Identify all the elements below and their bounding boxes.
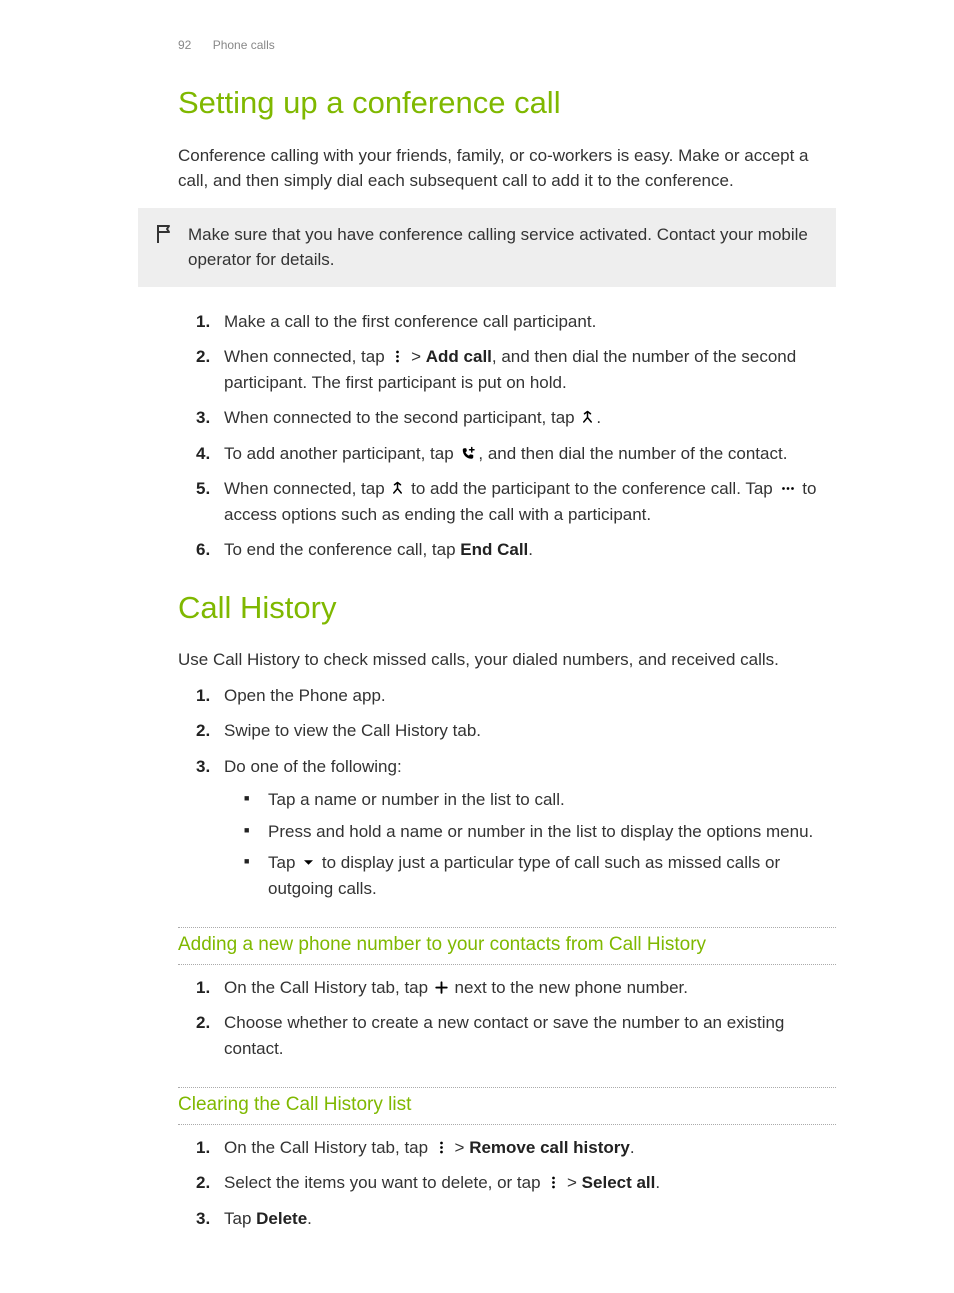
caret-down-icon bbox=[301, 855, 316, 870]
cstep-3: Tap Delete. bbox=[178, 1206, 836, 1232]
more-vertical-icon bbox=[546, 1175, 561, 1190]
subheading-add-contact: Adding a new phone number to your contac… bbox=[178, 927, 836, 965]
step-6: To end the conference call, tap End Call… bbox=[178, 537, 836, 563]
add-call-icon bbox=[459, 446, 477, 461]
step-4: To add another participant, tap , and th… bbox=[178, 441, 836, 467]
page-number: 92 bbox=[178, 38, 191, 52]
astep-1: On the Call History tab, tap next to the… bbox=[178, 975, 836, 1001]
hstep-3: Do one of the following: Tap a name or n… bbox=[178, 754, 836, 902]
subheading-clear-history: Clearing the Call History list bbox=[178, 1087, 836, 1125]
add-call-label: Add call bbox=[426, 347, 492, 366]
content: Setting up a conference call Conference … bbox=[178, 36, 836, 1231]
bullet-options: Press and hold a name or number in the l… bbox=[262, 819, 836, 845]
conference-steps: Make a call to the first conference call… bbox=[178, 309, 836, 563]
astep-2: Choose whether to create a new contact o… bbox=[178, 1010, 836, 1061]
end-call-label: End Call bbox=[460, 540, 528, 559]
remove-history-label: Remove call history bbox=[469, 1138, 630, 1157]
more-vertical-icon bbox=[434, 1140, 449, 1155]
heading-conference: Setting up a conference call bbox=[178, 80, 836, 127]
add-contact-steps: On the Call History tab, tap next to the… bbox=[178, 975, 836, 1062]
note-text: Make sure that you have conference calli… bbox=[188, 222, 818, 273]
intro-call-history: Use Call History to check missed calls, … bbox=[178, 647, 836, 673]
flag-icon bbox=[154, 223, 176, 245]
cstep-1: On the Call History tab, tap > Remove ca… bbox=[178, 1135, 836, 1161]
hstep-3-options: Tap a name or number in the list to call… bbox=[224, 787, 836, 901]
section-name: Phone calls bbox=[213, 38, 275, 52]
bullet-call: Tap a name or number in the list to call… bbox=[262, 787, 836, 813]
step-5: When connected, tap to add the participa… bbox=[178, 476, 836, 527]
step-1: Make a call to the first conference call… bbox=[178, 309, 836, 335]
merge-calls-icon bbox=[580, 410, 595, 425]
step-2: When connected, tap > Add call, and then… bbox=[178, 344, 836, 395]
delete-label: Delete bbox=[256, 1209, 307, 1228]
step-3: When connected to the second participant… bbox=[178, 405, 836, 431]
heading-call-history: Call History bbox=[178, 585, 836, 632]
history-steps: Open the Phone app. Swipe to view the Ca… bbox=[178, 683, 836, 902]
note-box: Make sure that you have conference calli… bbox=[138, 208, 836, 287]
clear-history-steps: On the Call History tab, tap > Remove ca… bbox=[178, 1135, 836, 1232]
more-horizontal-icon bbox=[779, 481, 797, 496]
page: 92 Phone calls Setting up a conference c… bbox=[0, 0, 954, 1293]
merge-calls-icon bbox=[390, 481, 405, 496]
cstep-2: Select the items you want to delete, or … bbox=[178, 1170, 836, 1196]
hstep-2: Swipe to view the Call History tab. bbox=[178, 718, 836, 744]
plus-icon bbox=[434, 980, 449, 995]
running-header: 92 Phone calls bbox=[178, 36, 275, 54]
select-all-label: Select all bbox=[582, 1173, 656, 1192]
bullet-filter: Tap to display just a particular type of… bbox=[262, 850, 836, 901]
hstep-1: Open the Phone app. bbox=[178, 683, 836, 709]
intro-conference: Conference calling with your friends, fa… bbox=[178, 143, 836, 194]
more-vertical-icon bbox=[390, 349, 405, 364]
